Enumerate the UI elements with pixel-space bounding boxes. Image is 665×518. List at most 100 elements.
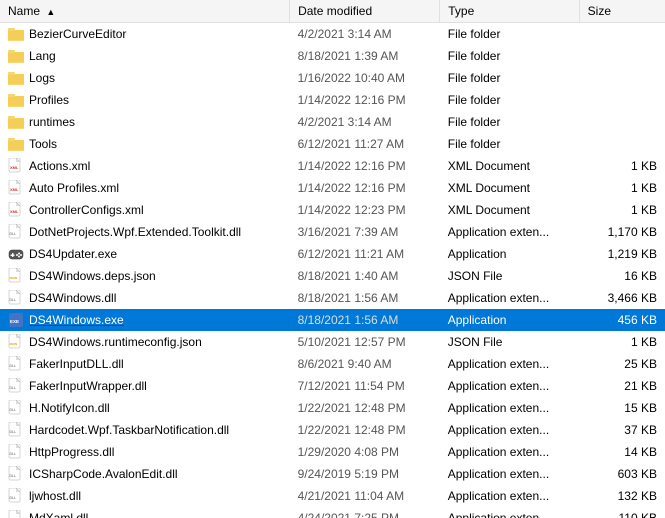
dll-icon: DLL <box>8 488 24 504</box>
table-row[interactable]: DLL FakerInputWrapper.dll7/12/2021 11:54… <box>0 375 665 397</box>
file-size <box>579 133 665 155</box>
table-row[interactable]: DLL ljwhost.dll4/21/2021 11:04 AMApplica… <box>0 485 665 507</box>
file-size: 37 KB <box>579 419 665 441</box>
file-size: 456 KB <box>579 309 665 331</box>
file-name-cell: DLL DS4Windows.dll <box>0 287 290 309</box>
file-name: H.NotifyIcon.dll <box>29 401 110 415</box>
file-type: XML Document <box>440 177 579 199</box>
folder-icon <box>8 92 24 108</box>
file-size: 1 KB <box>579 199 665 221</box>
file-name: Lang <box>29 49 56 63</box>
file-name-cell: DLL HttpProgress.dll <box>0 441 290 463</box>
file-date: 1/14/2022 12:23 PM <box>290 199 440 221</box>
file-date: 1/29/2020 4:08 PM <box>290 441 440 463</box>
table-row[interactable]: Logs 1/16/2022 10:40 AMFile folder <box>0 67 665 89</box>
file-size: 603 KB <box>579 463 665 485</box>
json-icon: JSON <box>8 268 24 284</box>
file-name-cell: DLL DotNetProjects.Wpf.Extended.Toolkit.… <box>0 221 290 243</box>
file-name-cell: XML ControllerConfigs.xml <box>0 199 290 221</box>
file-explorer: Name ▲ Date modified Type Size Bezie <box>0 0 665 518</box>
file-date: 1/16/2022 10:40 AM <box>290 67 440 89</box>
table-row[interactable]: Lang8/18/2021 1:39 AMFile folder <box>0 45 665 67</box>
file-list-table: Name ▲ Date modified Type Size Bezie <box>0 0 665 518</box>
file-name-cell: JSON DS4Windows.deps.json <box>0 265 290 287</box>
table-row[interactable]: Profiles1/14/2022 12:16 PMFile folder <box>0 89 665 111</box>
svg-text:DLL: DLL <box>10 298 16 302</box>
file-name: DS4Windows.exe <box>29 313 124 327</box>
file-size: 15 KB <box>579 397 665 419</box>
folder-icon <box>8 136 24 152</box>
svg-text:DLL: DLL <box>10 386 16 390</box>
file-date: 6/12/2021 11:27 AM <box>290 133 440 155</box>
file-name: DS4Windows.deps.json <box>29 269 156 283</box>
table-row[interactable]: DLL H.NotifyIcon.dll1/22/2021 12:48 PMAp… <box>0 397 665 419</box>
table-row[interactable]: DLL MdXaml.dll4/24/2021 7:25 PMApplicati… <box>0 507 665 518</box>
file-date: 5/10/2021 12:57 PM <box>290 331 440 353</box>
sort-arrow-icon: ▲ <box>46 7 55 17</box>
json-icon: JSON <box>8 334 24 350</box>
table-row[interactable]: JSON DS4Windows.deps.json8/18/2021 1:40 … <box>0 265 665 287</box>
table-row[interactable]: DLL DotNetProjects.Wpf.Extended.Toolkit.… <box>0 221 665 243</box>
file-size: 1,219 KB <box>579 243 665 265</box>
table-row[interactable]: XML Actions.xml1/14/2022 12:16 PMXML Doc… <box>0 155 665 177</box>
file-name-cell: DLL FakerInputDLL.dll <box>0 353 290 375</box>
dll-icon: DLL <box>8 356 24 372</box>
file-type: Application exten... <box>440 353 579 375</box>
table-row[interactable]: DLL DS4Windows.dll8/18/2021 1:56 AMAppli… <box>0 287 665 309</box>
table-row[interactable]: Tools6/12/2021 11:27 AMFile folder <box>0 133 665 155</box>
table-row[interactable]: BezierCurveEditor4/2/2021 3:14 AMFile fo… <box>0 23 665 45</box>
column-header-type[interactable]: Type <box>440 0 579 23</box>
file-name-cell: DLL ljwhost.dll <box>0 485 290 507</box>
svg-text:JSON: JSON <box>9 342 17 346</box>
svg-text:XML: XML <box>10 209 19 214</box>
xml-icon: XML <box>8 180 24 196</box>
file-date: 1/22/2021 12:48 PM <box>290 419 440 441</box>
column-header-size[interactable]: Size <box>579 0 665 23</box>
file-date: 1/22/2021 12:48 PM <box>290 397 440 419</box>
file-date: 4/2/2021 3:14 AM <box>290 23 440 45</box>
svg-text:JSON: JSON <box>9 276 17 280</box>
column-header-date[interactable]: Date modified <box>290 0 440 23</box>
file-date: 1/14/2022 12:16 PM <box>290 155 440 177</box>
table-row[interactable]: EXE DS4Windows.exe8/18/2021 1:56 AMAppli… <box>0 309 665 331</box>
file-type: Application exten... <box>440 507 579 518</box>
file-date: 4/24/2021 7:25 PM <box>290 507 440 518</box>
table-row[interactable]: DLL Hardcodet.Wpf.TaskbarNotification.dl… <box>0 419 665 441</box>
table-row[interactable]: runtimes4/2/2021 3:14 AMFile folder <box>0 111 665 133</box>
file-type: Application exten... <box>440 419 579 441</box>
dll-icon: DLL <box>8 290 24 306</box>
file-name-cell: DS4Updater.exe <box>0 243 290 265</box>
file-name: Hardcodet.Wpf.TaskbarNotification.dll <box>29 423 229 437</box>
table-row[interactable]: DLL FakerInputDLL.dll8/6/2021 9:40 AMApp… <box>0 353 665 375</box>
table-row[interactable]: XML ControllerConfigs.xml1/14/2022 12:23… <box>0 199 665 221</box>
file-name: BezierCurveEditor <box>29 27 126 41</box>
file-type: Application exten... <box>440 397 579 419</box>
dll-icon: DLL <box>8 378 24 394</box>
file-date: 8/18/2021 1:56 AM <box>290 287 440 309</box>
file-type: File folder <box>440 45 579 67</box>
table-header: Name ▲ Date modified Type Size <box>0 0 665 23</box>
table-row[interactable]: DLL HttpProgress.dll1/29/2020 4:08 PMApp… <box>0 441 665 463</box>
file-date: 4/21/2021 11:04 AM <box>290 485 440 507</box>
file-size: 110 KB <box>579 507 665 518</box>
table-row[interactable]: XML Auto Profiles.xml1/14/2022 12:16 PMX… <box>0 177 665 199</box>
file-date: 4/2/2021 3:14 AM <box>290 111 440 133</box>
file-date: 6/12/2021 11:21 AM <box>290 243 440 265</box>
file-size: 1 KB <box>579 177 665 199</box>
file-type: File folder <box>440 67 579 89</box>
file-name: runtimes <box>29 115 75 129</box>
svg-text:DLL: DLL <box>10 452 16 456</box>
file-type: Application exten... <box>440 463 579 485</box>
file-type: File folder <box>440 89 579 111</box>
file-date: 1/14/2022 12:16 PM <box>290 177 440 199</box>
file-size: 1 KB <box>579 331 665 353</box>
file-size <box>579 23 665 45</box>
file-name-cell: XML Actions.xml <box>0 155 290 177</box>
table-row[interactable]: DS4Updater.exe6/12/2021 11:21 AMApplicat… <box>0 243 665 265</box>
file-date: 8/18/2021 1:56 AM <box>290 309 440 331</box>
table-row[interactable]: JSON DS4Windows.runtimeconfig.json5/10/2… <box>0 331 665 353</box>
table-row[interactable]: DLL ICSharpCode.AvalonEdit.dll9/24/2019 … <box>0 463 665 485</box>
column-header-name[interactable]: Name ▲ <box>0 0 290 23</box>
file-type: XML Document <box>440 199 579 221</box>
file-name: Logs <box>29 71 55 85</box>
